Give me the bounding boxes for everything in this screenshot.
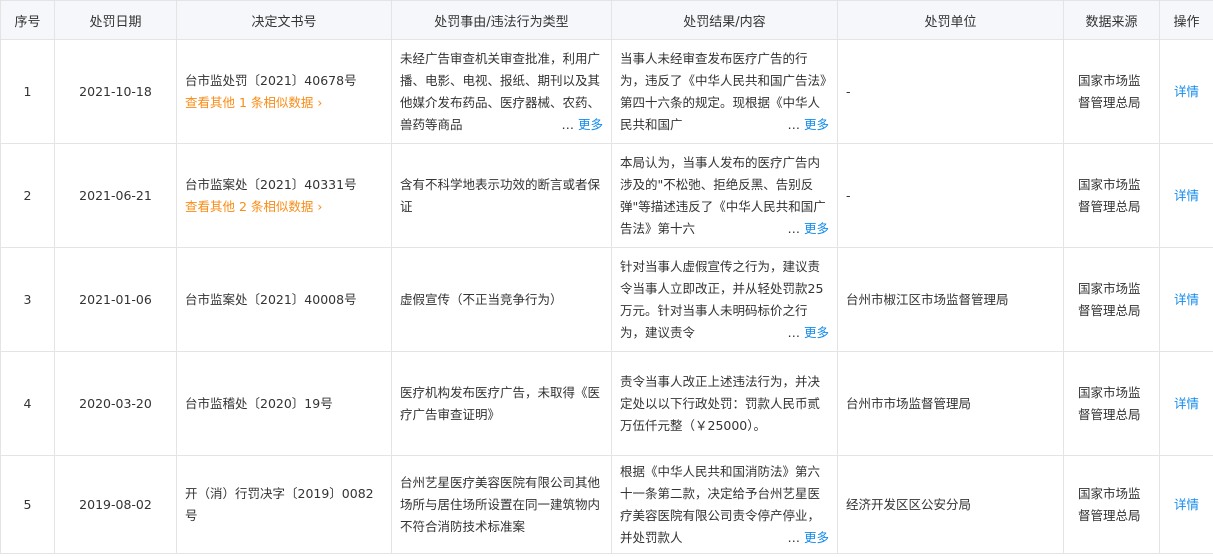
col-header-action: 操作 (1159, 0, 1213, 40)
more-ellipsis: … (561, 116, 575, 132)
row-source: 国家市场监督管理总局 (1063, 247, 1160, 352)
row-reason: 虚假宣传（不正当竞争行为） (391, 247, 612, 352)
table-row: 3 2021-01-06 台市监案处〔2021〕40008号 虚假宣传（不正当竞… (0, 247, 1213, 352)
more-link[interactable]: 更多 (804, 325, 829, 340)
detail-link[interactable]: 详情 (1159, 247, 1213, 352)
row-unit: 台州市椒江区市场监督管理局 (837, 247, 1064, 352)
row-doc-number: 台市监稽处〔2020〕19号 (176, 351, 392, 456)
row-unit: 台州市市场监督管理局 (837, 351, 1064, 456)
row-index: 1 (0, 39, 55, 144)
row-doc-cell: 台市监案处〔2021〕40331号 查看其他 2 条相似数据 › (176, 143, 392, 248)
row-doc-cell: 台市监处罚〔2021〕40678号 查看其他 1 条相似数据 › (176, 39, 392, 144)
row-reason-cell: 未经广告审查机关审查批准，利用广播、电影、电视、报纸、期刊以及其他媒介发布药品、… (391, 39, 612, 144)
row-doc-number: 开（消）行罚决字〔2019〕0082号 (176, 455, 392, 554)
col-header-unit: 处罚单位 (837, 0, 1064, 40)
more-link[interactable]: 更多 (804, 530, 829, 545)
col-header-doc-number: 决定文书号 (176, 0, 392, 40)
row-unit: 经济开发区区公安分局 (837, 455, 1064, 554)
table-header: 序号 处罚日期 决定文书号 处罚事由/违法行为类型 处罚结果/内容 处罚单位 数… (0, 0, 1213, 40)
col-header-date: 处罚日期 (54, 0, 177, 40)
row-date: 2021-10-18 (54, 39, 177, 144)
row-index: 5 (0, 455, 55, 554)
col-header-result: 处罚结果/内容 (611, 0, 838, 40)
more-link[interactable]: 更多 (804, 221, 829, 236)
row-unit: - (837, 39, 1064, 144)
row-index: 3 (0, 247, 55, 352)
more-ellipsis: … (787, 324, 801, 340)
similar-data-link[interactable]: 查看其他 2 条相似数据 › (185, 196, 383, 218)
more-link[interactable]: 更多 (804, 117, 829, 132)
more-ellipsis: … (787, 529, 801, 545)
more-link[interactable]: 更多 (578, 117, 603, 132)
similar-data-link[interactable]: 查看其他 1 条相似数据 › (185, 92, 383, 114)
detail-link[interactable]: 详情 (1159, 39, 1213, 144)
row-result: 责令当事人改正上述违法行为，并决定处以以下行政处罚：罚款人民币贰万伍仟元整（￥2… (611, 351, 838, 456)
row-doc-number: 台市监处罚〔2021〕40678号 (185, 72, 357, 88)
row-date: 2021-06-21 (54, 143, 177, 248)
row-date: 2021-01-06 (54, 247, 177, 352)
detail-link[interactable]: 详情 (1159, 351, 1213, 456)
row-source: 国家市场监督管理总局 (1063, 351, 1160, 456)
col-header-index: 序号 (0, 0, 55, 40)
penalty-table: 序号 处罚日期 决定文书号 处罚事由/违法行为类型 处罚结果/内容 处罚单位 数… (0, 0, 1213, 554)
table-row: 2 2021-06-21 台市监案处〔2021〕40331号 查看其他 2 条相… (0, 143, 1213, 248)
detail-link[interactable]: 详情 (1159, 455, 1213, 554)
row-doc-number: 台市监案处〔2021〕40331号 (185, 176, 357, 192)
col-header-source: 数据来源 (1063, 0, 1160, 40)
row-result-cell: 针对当事人虚假宣传之行为，建议责令当事人立即改正，并从轻处罚款25万元。针对当事… (611, 247, 838, 352)
row-reason: 医疗机构发布医疗广告，未取得《医疗广告审查证明》 (391, 351, 612, 456)
more-ellipsis: … (787, 220, 801, 236)
col-header-reason: 处罚事由/违法行为类型 (391, 0, 612, 40)
row-index: 2 (0, 143, 55, 248)
table-row: 1 2021-10-18 台市监处罚〔2021〕40678号 查看其他 1 条相… (0, 39, 1213, 144)
detail-link[interactable]: 详情 (1159, 143, 1213, 248)
row-reason: 台州艺星医疗美容医院有限公司其他场所与居住场所设置在同一建筑物内不符合消防技术标… (400, 474, 601, 534)
row-doc-number: 台市监案处〔2021〕40008号 (176, 247, 392, 352)
row-reason-cell: 台州艺星医疗美容医院有限公司其他场所与居住场所设置在同一建筑物内不符合消防技术标… (391, 455, 612, 554)
row-source: 国家市场监督管理总局 (1063, 143, 1160, 248)
row-unit: - (837, 143, 1064, 248)
row-date: 2019-08-02 (54, 455, 177, 554)
row-source: 国家市场监督管理总局 (1063, 39, 1160, 144)
row-result-cell: 根据《中华人民共和国消防法》第六十一条第二款，决定给予台州艺星医疗美容医院有限公… (611, 455, 838, 554)
table-row: 5 2019-08-02 开（消）行罚决字〔2019〕0082号 台州艺星医疗美… (0, 455, 1213, 554)
row-index: 4 (0, 351, 55, 456)
more-ellipsis: … (787, 116, 801, 132)
row-reason: 含有不科学地表示功效的断言或者保证 (391, 143, 612, 248)
table-row: 4 2020-03-20 台市监稽处〔2020〕19号 医疗机构发布医疗广告，未… (0, 351, 1213, 456)
row-date: 2020-03-20 (54, 351, 177, 456)
row-result-cell: 本局认为，当事人发布的医疗广告内涉及的"不松弛、拒绝反黑、告别反弹"等描述违反了… (611, 143, 838, 248)
row-source: 国家市场监督管理总局 (1063, 455, 1160, 554)
row-result-cell: 当事人未经审查发布医疗广告的行为，违反了《中华人民共和国广告法》第四十六条的规定… (611, 39, 838, 144)
